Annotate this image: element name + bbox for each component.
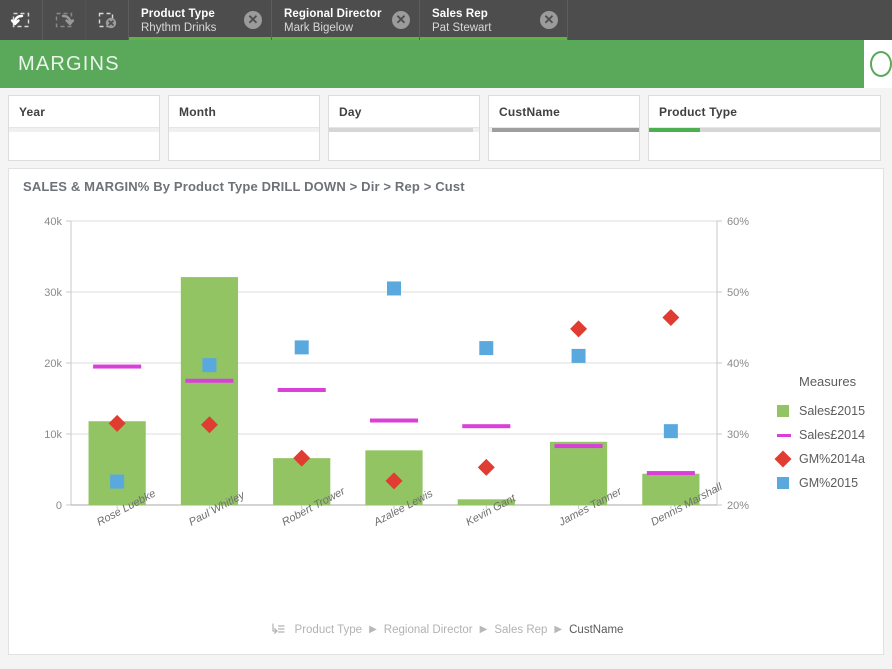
legend-item-gm-2014a[interactable]: GM%2014a <box>774 447 892 471</box>
selection-field-name: Sales Rep <box>432 8 488 20</box>
y2-axis-tick-label: 30% <box>727 429 749 441</box>
y-axis-tick-label: 40k <box>44 216 62 228</box>
chart-legend: Measures Sales£2015 Sales£2014 GM%2014a … <box>774 374 892 495</box>
breadcrumb-item[interactable]: Product Type <box>295 624 363 636</box>
legend-title: Measures <box>799 374 857 389</box>
y-axis-tick-label: 0 <box>56 500 62 512</box>
legend-label: Sales£2014 <box>799 428 866 442</box>
selection-item-product-type[interactable]: Product Type Rhythm Drinks ✕ <box>129 0 272 40</box>
legend-item-sales-2014[interactable]: Sales£2014 <box>777 423 892 447</box>
filter-label: Year <box>19 104 46 119</box>
legend-item-sales-2015[interactable]: Sales£2015 <box>777 399 892 423</box>
filter-pane-year[interactable]: Year <box>8 95 160 161</box>
clear-selection-icon[interactable]: ✕ <box>244 11 262 29</box>
marker-gm-2015[interactable] <box>387 281 401 296</box>
legend-label: GM%2014a <box>799 452 866 466</box>
app-avatar-icon[interactable] <box>870 51 892 77</box>
breadcrumb-item[interactable]: Sales Rep <box>494 624 547 636</box>
filter-pane-month[interactable]: Month <box>168 95 320 161</box>
filter-label: Day <box>339 104 362 119</box>
filter-pane-day[interactable]: Day <box>328 95 480 161</box>
marker-sales-2014[interactable] <box>462 424 511 429</box>
selection-item-regional-director[interactable]: Regional Director Mark Bigelow ✕ <box>272 0 420 40</box>
filter-list-body[interactable] <box>489 132 639 160</box>
selection-field-value: Mark Bigelow <box>284 22 354 34</box>
breadcrumb-separator-icon: ▶ <box>554 624 563 635</box>
marker-sales-2014[interactable] <box>646 471 695 476</box>
selection-tools <box>0 0 129 40</box>
legend-item-gm-2015[interactable]: GM%2015 <box>777 471 892 495</box>
step-forward-icon[interactable] <box>43 0 86 40</box>
selection-bar: Product Type Rhythm Drinks ✕ Regional Di… <box>0 0 892 40</box>
filter-label: CustName <box>499 104 560 119</box>
drill-down-icon <box>271 623 285 636</box>
y-axis-tick-label: 30k <box>44 287 62 299</box>
marker-sales-2014[interactable] <box>185 378 234 383</box>
selection-item-sales-rep[interactable]: Sales Rep Pat Stewart ✕ <box>420 0 568 40</box>
app-header: MARGINS <box>0 40 892 88</box>
header-right-panel <box>864 40 892 88</box>
page-title: MARGINS <box>18 52 120 75</box>
marker-gm-2014a[interactable] <box>570 320 588 338</box>
chart-title: SALES & MARGIN% By Product Type DRILL DO… <box>23 179 465 194</box>
filter-pane-custname[interactable]: CustName <box>488 95 640 161</box>
marker-gm-2014a[interactable] <box>662 309 680 327</box>
breadcrumb: Product Type ▶ Regional Director ▶ Sales Rep… <box>9 623 885 636</box>
marker-sales-2014[interactable] <box>93 364 142 369</box>
y2-axis-tick-label: 20% <box>727 500 749 512</box>
y2-axis-tick-label: 50% <box>727 287 749 299</box>
legend-label: Sales£2015 <box>799 404 866 418</box>
breadcrumb-separator-icon: ▶ <box>479 624 488 635</box>
selection-field-name: Regional Director <box>284 8 382 20</box>
filter-list-body[interactable] <box>649 132 880 160</box>
filter-label: Product Type <box>659 104 738 119</box>
breadcrumb-item[interactable]: Regional Director <box>384 624 473 636</box>
legend-label: GM%2015 <box>799 476 859 490</box>
legend-swatch-square-icon <box>777 405 799 417</box>
filter-list-body[interactable] <box>329 132 479 160</box>
filter-pane-product-type[interactable]: Product Type <box>648 95 881 161</box>
clear-all-selections-icon[interactable] <box>86 0 129 40</box>
clear-selection-icon[interactable]: ✕ <box>540 11 558 29</box>
marker-sales-2014[interactable] <box>277 387 326 392</box>
breadcrumb-item[interactable]: CustName <box>569 624 623 636</box>
marker-gm-2015[interactable] <box>479 341 494 356</box>
marker-sales-2014[interactable] <box>554 444 603 449</box>
selection-field-value: Pat Stewart <box>432 22 492 34</box>
step-back-icon[interactable] <box>0 0 43 40</box>
marker-gm-2015[interactable] <box>294 340 309 355</box>
chart-card: SALES & MARGIN% By Product Type DRILL DO… <box>8 168 884 655</box>
filter-label: Month <box>179 104 216 119</box>
y2-axis-tick-label: 40% <box>727 358 749 370</box>
legend-swatch-square-icon <box>777 477 799 489</box>
filter-list-body[interactable] <box>9 132 159 160</box>
y-axis-tick-label: 20k <box>44 358 62 370</box>
qlik-sense-app: Product Type Rhythm Drinks ✕ Regional Di… <box>0 0 892 669</box>
selection-field-name: Product Type <box>141 8 215 20</box>
legend-swatch-line-icon <box>777 433 799 437</box>
y2-axis-tick-label: 60% <box>727 216 749 228</box>
y-axis-tick-label: 10k <box>44 429 62 441</box>
marker-gm-2014a[interactable] <box>477 458 495 476</box>
breadcrumb-separator-icon: ▶ <box>369 624 377 635</box>
legend-swatch-diamond-icon <box>774 450 799 468</box>
marker-gm-2015[interactable] <box>663 424 678 439</box>
bar-sales-2015[interactable] <box>180 277 239 505</box>
marker-gm-2015[interactable] <box>110 474 125 489</box>
chart-plot-area[interactable]: 0 10k 20k 30k 40k 20% 30% 40% 50% 60% Rose Luebke… <box>9 201 885 561</box>
bar-sales-2015[interactable] <box>88 421 146 505</box>
marker-gm-2015[interactable] <box>571 348 586 363</box>
filter-list-body[interactable] <box>169 132 319 160</box>
clear-selection-icon[interactable]: ✕ <box>392 11 410 29</box>
marker-gm-2015[interactable] <box>202 358 217 373</box>
selection-field-value: Rhythm Drinks <box>141 22 217 34</box>
filter-pane-row: Year Month Day CustName Product Type <box>8 95 884 161</box>
marker-sales-2014[interactable] <box>369 418 419 423</box>
